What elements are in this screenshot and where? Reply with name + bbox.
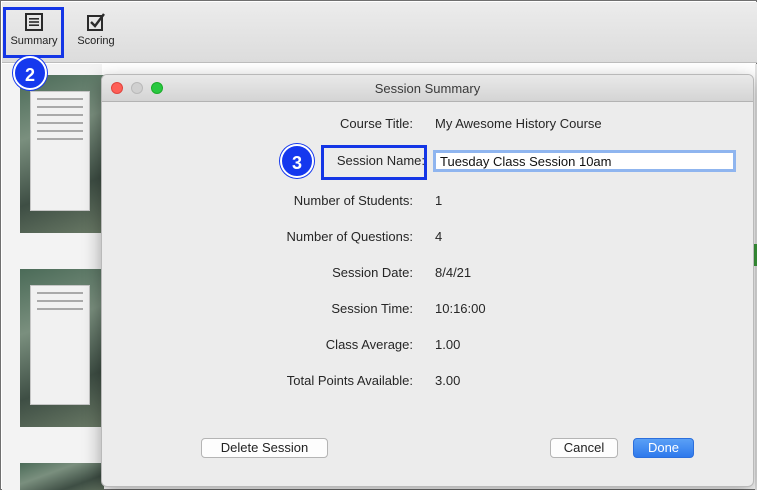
slide-thumbnail[interactable] <box>20 463 104 490</box>
cancel-button[interactable]: Cancel <box>550 438 618 458</box>
done-button[interactable]: Done <box>633 438 694 458</box>
session-time-value: 10:16:00 <box>435 301 486 316</box>
class-average-value: 1.00 <box>435 337 461 352</box>
dialog-title: Session Summary <box>374 81 481 96</box>
number-of-students-label: Number of Students: <box>293 193 413 208</box>
session-name-input[interactable] <box>433 150 736 172</box>
summary-highlight-box <box>3 7 64 58</box>
number-of-students-value: 1 <box>435 193 443 208</box>
total-points-label: Total Points Available: <box>286 373 413 388</box>
delete-session-button[interactable]: Delete Session <box>201 438 328 458</box>
app-window: Summary Scoring 2 Session Summary Course… <box>0 0 757 490</box>
step-callout-badge: 2 <box>13 56 47 90</box>
number-of-questions-value: 4 <box>435 229 443 244</box>
course-title-value: My Awesome History Course <box>435 116 602 131</box>
session-name-label: Session Name: <box>336 153 425 168</box>
slide-thumbnail-list <box>2 64 104 490</box>
step-callout-badge: 3 <box>280 144 314 178</box>
slide-page-preview <box>30 285 90 405</box>
scoring-toolbar-button[interactable]: Scoring <box>68 7 124 59</box>
course-title-label: Course Title: <box>340 116 413 131</box>
toolbar: Summary Scoring <box>2 2 757 63</box>
checkbox-checked-icon <box>87 13 105 31</box>
session-date-label: Session Date: <box>332 265 413 280</box>
session-time-label: Session Time: <box>331 301 413 316</box>
dialog-titlebar[interactable]: Session Summary <box>102 75 753 102</box>
session-summary-dialog: Session Summary Course Title: My Awesome… <box>101 74 754 487</box>
slide-page-preview <box>30 91 90 211</box>
total-points-value: 3.00 <box>435 373 461 388</box>
session-date-value: 8/4/21 <box>435 265 472 280</box>
number-of-questions-label: Number of Questions: <box>286 229 413 244</box>
class-average-label: Class Average: <box>325 337 413 352</box>
slide-thumbnail[interactable] <box>20 75 104 233</box>
slide-thumbnail[interactable] <box>20 269 104 427</box>
scoring-label: Scoring <box>77 35 115 47</box>
